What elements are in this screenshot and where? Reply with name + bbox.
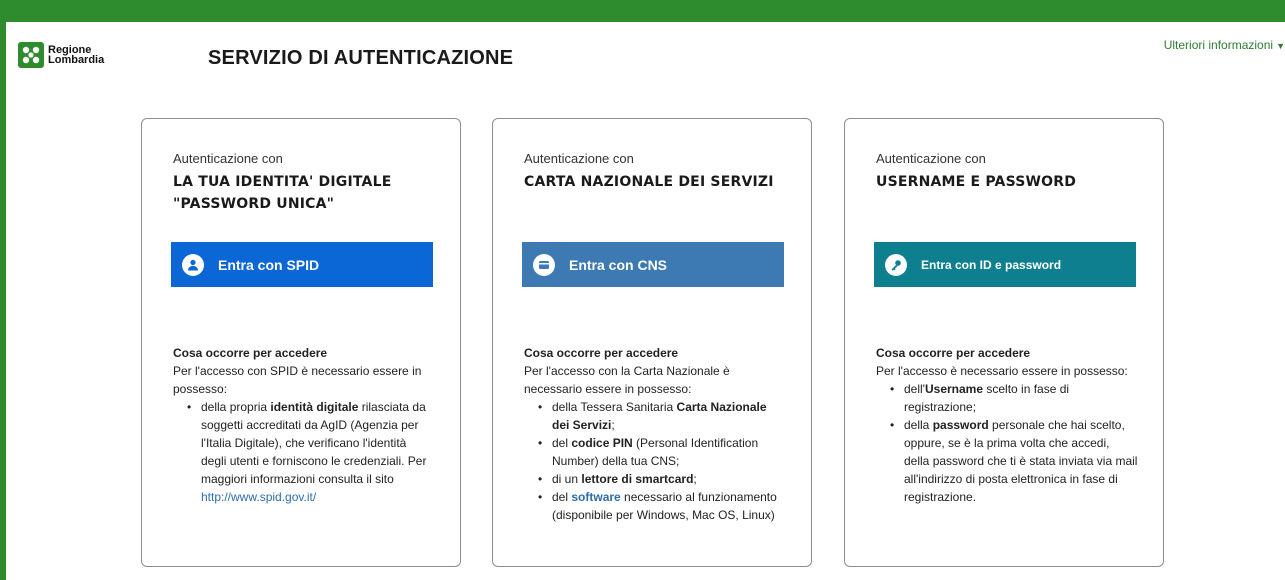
card-intro: Autenticazione con: [173, 151, 283, 166]
card-heading: USERNAME E PASSWORD: [876, 171, 1146, 193]
requirements-title: Cosa occorre per accedere: [173, 346, 328, 360]
card-heading-line2: "PASSWORD UNICA": [173, 196, 335, 212]
chevron-down-icon: ▼: [1276, 41, 1285, 51]
item-text: del: [552, 490, 572, 504]
cns-button-label: Entra con CNS: [569, 256, 668, 273]
requirements-intro: Per l'accesso è necessario essere in pos…: [876, 364, 1128, 378]
item-text: della propria: [201, 400, 271, 414]
password-auth-card: Autenticazione con USERNAME E PASSWORD E…: [844, 118, 1164, 567]
item-bold: Username: [924, 382, 984, 396]
more-info-menu[interactable]: Ulteriori informazioni ▼: [1164, 38, 1285, 52]
list-item: del codice PIN (Personal Identification …: [538, 434, 786, 470]
card-heading-line1: USERNAME E PASSWORD: [876, 174, 1077, 190]
list-item: del software necessario al funzionamento…: [538, 488, 786, 524]
left-green-bar: [0, 22, 6, 580]
requirements-title: Cosa occorre per accedere: [876, 346, 1031, 360]
id-password-login-button[interactable]: Entra con ID e password: [874, 242, 1136, 287]
item-bold: lettore di smartcard: [581, 472, 694, 486]
requirements-list: della Tessera Sanitaria Carta Nazionale …: [524, 398, 786, 524]
list-item: dell'Username scelto in fase di registra…: [890, 380, 1138, 416]
item-text: della: [904, 418, 933, 432]
item-text: della Tessera Sanitaria: [552, 400, 677, 414]
requirements-title: Cosa occorre per accedere: [524, 346, 679, 360]
item-text: ;: [611, 418, 615, 432]
list-item: della password personale che hai scelto,…: [890, 416, 1138, 506]
list-item: di un lettore di smartcard;: [538, 470, 786, 488]
spid-button-label: Entra con SPID: [218, 256, 320, 273]
card-heading-line1: CARTA NAZIONALE DEI SERVIZI: [524, 174, 774, 190]
requirements-intro: Per l'accesso con SPID è necessario esse…: [173, 364, 422, 396]
spid-site-link[interactable]: http://www.spid.gov.it/: [201, 490, 316, 504]
lombardia-rose-icon: [18, 42, 44, 68]
page-title: SERVIZIO DI AUTENTICAZIONE: [208, 47, 514, 69]
item-text: ;: [693, 472, 697, 486]
software-link[interactable]: software: [571, 490, 620, 504]
id-password-button-label: Entra con ID e password: [921, 257, 1062, 272]
requirements-list: della propria identità digitale rilascia…: [173, 398, 435, 506]
list-item: della propria identità digitale rilascia…: [187, 398, 435, 506]
list-item: della Tessera Sanitaria Carta Nazionale …: [538, 398, 786, 434]
logo-line2: Lombardia: [48, 54, 105, 66]
item-bold: identità digitale: [270, 400, 359, 414]
card-heading-line1: LA TUA IDENTITA' DIGITALE: [173, 174, 392, 190]
card-heading: LA TUA IDENTITA' DIGITALE "PASSWORD UNIC…: [173, 171, 443, 215]
cns-auth-card: Autenticazione con CARTA NAZIONALE DEI S…: [492, 118, 812, 567]
more-info-label: Ulteriori informazioni: [1163, 38, 1274, 52]
cns-login-button[interactable]: Entra con CNS: [522, 242, 784, 287]
logo-text: Regione Lombardia: [48, 45, 105, 66]
item-bold: codice PIN: [571, 436, 633, 450]
item-text: del: [552, 436, 572, 450]
key-icon: [885, 253, 907, 276]
regione-lombardia-logo[interactable]: Regione Lombardia: [18, 42, 104, 68]
requirements: Cosa occorre per accedere Per l'accesso …: [173, 344, 435, 506]
top-green-bar: [0, 0, 1285, 22]
item-text: dell': [904, 382, 925, 396]
spid-auth-card: Autenticazione con LA TUA IDENTITA' DIGI…: [141, 118, 461, 567]
requirements: Cosa occorre per accedere Per l'accesso …: [524, 344, 786, 524]
item-bold: password: [932, 418, 989, 432]
spid-login-button[interactable]: Entra con SPID: [171, 242, 433, 287]
card-intro: Autenticazione con: [524, 151, 634, 166]
item-text: di un: [552, 472, 582, 486]
requirements-intro: Per l'accesso con la Carta Nazionale è n…: [524, 364, 730, 396]
requirements-list: dell'Username scelto in fase di registra…: [876, 380, 1138, 506]
card-heading: CARTA NAZIONALE DEI SERVIZI: [524, 171, 794, 193]
user-icon: [182, 253, 204, 276]
card-icon: [533, 253, 555, 276]
card-intro: Autenticazione con: [876, 151, 986, 166]
requirements: Cosa occorre per accedere Per l'accesso …: [876, 344, 1138, 506]
